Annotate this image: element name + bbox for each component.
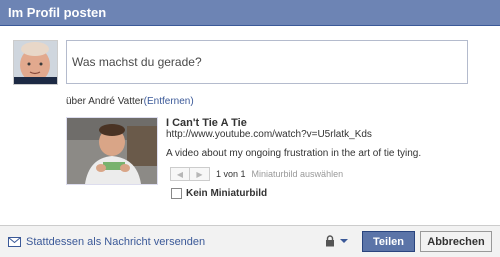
lock-icon: [326, 235, 334, 247]
link-url: http://www.youtube.com/watch?v=U5rlatk_K…: [166, 129, 372, 140]
thumbnail-count: 1 von 1: [216, 169, 246, 179]
thumbnail-hint: Miniaturbild auswählen: [251, 169, 344, 179]
remove-link[interactable]: (Entfernen): [144, 96, 194, 107]
dialog-title: Im Profil posten: [8, 5, 107, 20]
share-button[interactable]: Teilen: [362, 231, 415, 252]
no-thumbnail-label: Kein Miniaturbild: [186, 188, 268, 199]
next-thumbnail-button[interactable]: ▶: [190, 167, 210, 181]
thumbnail-pager: ◀ ▶ 1 von 1 Miniaturbild auswählen: [170, 166, 343, 182]
no-thumbnail-checkbox[interactable]: [171, 188, 182, 199]
privacy-selector[interactable]: [325, 235, 349, 247]
via-line: über André Vatter(Entfernen): [66, 96, 194, 107]
chevron-down-icon: [340, 239, 348, 243]
envelope-icon: [8, 237, 21, 247]
via-text: über André Vatter: [66, 96, 144, 107]
send-as-message-link[interactable]: Stattdessen als Nachricht versenden: [8, 236, 205, 248]
cancel-button[interactable]: Abbrechen: [420, 231, 492, 252]
status-input-box[interactable]: [66, 40, 468, 84]
link-title: I Can't Tie A Tie: [166, 117, 247, 129]
dialog-footer: Stattdessen als Nachricht versenden Teil…: [0, 225, 500, 257]
dialog-header: Im Profil posten: [0, 0, 500, 26]
link-description: A video about my ongoing frustration in …: [166, 148, 422, 159]
status-input[interactable]: [67, 41, 467, 83]
send-as-message-label: Stattdessen als Nachricht versenden: [26, 236, 206, 248]
avatar: [13, 40, 58, 85]
no-thumbnail-option[interactable]: Kein Miniaturbild: [171, 188, 267, 199]
previous-thumbnail-button[interactable]: ◀: [170, 167, 190, 181]
video-thumbnail: [66, 117, 158, 185]
